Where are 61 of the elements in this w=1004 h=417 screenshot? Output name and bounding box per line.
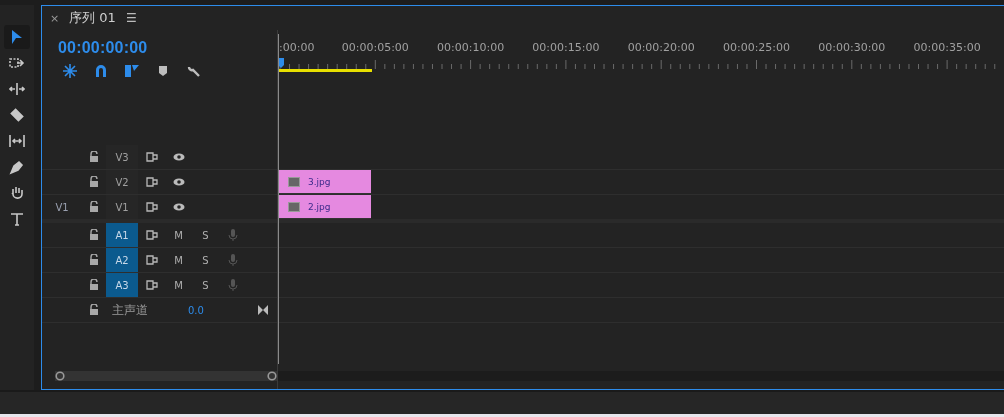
- mute-button[interactable]: M: [174, 229, 183, 241]
- track-target-toggle[interactable]: A3: [106, 273, 138, 297]
- clip-name: 3.jpg: [308, 176, 331, 187]
- type-icon: [9, 211, 25, 227]
- lock-icon[interactable]: [88, 201, 100, 213]
- linked-selection-icon[interactable]: [124, 63, 140, 79]
- solo-button[interactable]: S: [202, 279, 209, 291]
- source-patch[interactable]: V1: [55, 201, 69, 213]
- time-ruler[interactable]: :00:00 00:00:05:00 00:00:10:00 00:00:15:00 00:00:20:00 00:00:25:00 00:00:30:00 00:00:35:00: [278, 34, 1004, 76]
- hand-icon: [9, 185, 25, 201]
- tool-button[interactable]: [4, 25, 30, 49]
- mute-button[interactable]: M: [174, 254, 183, 266]
- lock-icon[interactable]: [88, 151, 100, 163]
- ruler-label: 00:00:25:00: [722, 41, 791, 54]
- timecode[interactable]: 00:00:00:00: [58, 39, 277, 57]
- bowtie-icon[interactable]: [257, 304, 269, 316]
- solo-button[interactable]: S: [202, 229, 209, 241]
- pen-icon: [9, 159, 25, 175]
- ruler-label: 00:00:15:00: [532, 41, 600, 54]
- ruler-label: 00:00:10:00: [437, 41, 505, 54]
- master-volume[interactable]: 0.0: [188, 304, 204, 316]
- track-target-toggle[interactable]: A1: [106, 223, 138, 247]
- track-target-toggle[interactable]: A2: [106, 248, 138, 272]
- nest-icon[interactable]: [62, 63, 78, 79]
- dashed-box-arrow-icon: [9, 55, 25, 71]
- master-track-label: 主声道: [112, 301, 148, 319]
- lock-icon[interactable]: [88, 229, 100, 241]
- eye-icon[interactable]: [172, 151, 185, 163]
- sync-lock-icon[interactable]: [145, 229, 158, 241]
- eye-icon[interactable]: [172, 176, 185, 188]
- zoom-scrollbar[interactable]: [55, 371, 277, 381]
- ruler-label: 00:00:05:00: [341, 41, 409, 54]
- panel-menu-button[interactable]: ☰: [125, 11, 137, 25]
- sequence-tab[interactable]: 序列 01: [69, 9, 116, 27]
- solo-button[interactable]: S: [202, 254, 209, 266]
- lock-icon[interactable]: [88, 279, 100, 291]
- clip[interactable]: 3.jpg: [278, 170, 371, 194]
- ruler-label: 00:00:20:00: [627, 41, 695, 54]
- lock-icon[interactable]: [88, 176, 100, 188]
- fx-icon: [288, 176, 300, 187]
- scroll-handle-icon[interactable]: [55, 371, 65, 381]
- close-tab-button[interactable]: ×: [50, 11, 60, 25]
- ripple-edit-icon: [9, 81, 25, 97]
- ruler-label: 00:00:35:00: [913, 41, 981, 54]
- sync-lock-icon[interactable]: [145, 279, 158, 291]
- mute-button[interactable]: M: [174, 279, 183, 291]
- sync-lock-icon[interactable]: [145, 254, 158, 266]
- sync-lock-icon[interactable]: [145, 151, 158, 163]
- slip-icon: [9, 133, 25, 149]
- lock-icon[interactable]: [88, 254, 100, 266]
- eye-icon[interactable]: [172, 201, 185, 213]
- magnet-icon[interactable]: [93, 63, 109, 79]
- clip[interactable]: 2.jpg: [278, 195, 371, 219]
- lock-icon[interactable]: [88, 304, 100, 316]
- sync-lock-icon[interactable]: [145, 201, 158, 213]
- ruler-label: :00:00: [279, 41, 315, 54]
- clip-name: 2.jpg: [308, 201, 331, 212]
- scroll-handle-icon[interactable]: [267, 371, 277, 381]
- fx-icon: [288, 201, 300, 212]
- ruler-label: 00:00:30:00: [818, 41, 886, 54]
- sync-lock-icon[interactable]: [145, 176, 158, 188]
